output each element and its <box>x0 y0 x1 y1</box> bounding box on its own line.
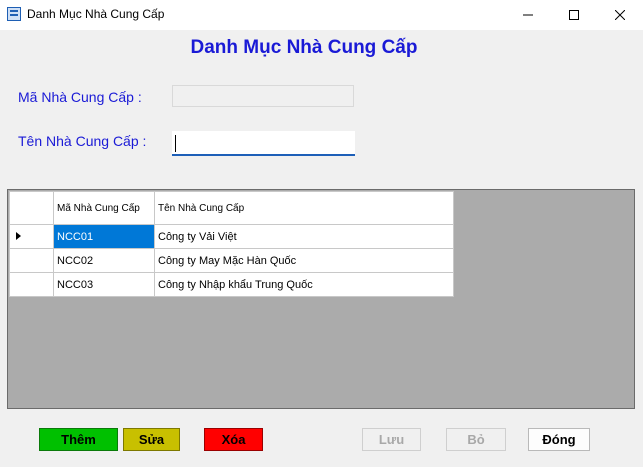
ma-nha-cung-cap-field[interactable] <box>172 85 354 107</box>
cell-ma[interactable]: NCC02 <box>53 248 155 273</box>
them-button[interactable]: Thêm <box>39 428 118 451</box>
luu-button[interactable]: Lưu <box>362 428 421 451</box>
row-header[interactable] <box>9 224 54 249</box>
row-header[interactable] <box>9 248 54 273</box>
cell-ten[interactable]: Công ty Vải Việt <box>154 224 454 249</box>
ten-nha-cung-cap-label: Tên Nhà Cung Cấp : <box>18 133 147 149</box>
table-row[interactable]: NCC03 Công ty Nhập khẩu Trung Quốc <box>9 272 454 297</box>
close-button[interactable] <box>597 0 643 30</box>
minimize-button[interactable] <box>505 0 551 30</box>
row-pointer-icon <box>16 231 21 240</box>
maximize-button[interactable] <box>551 0 597 30</box>
title-bar[interactable]: Danh Mục Nhà Cung Cấp <box>0 0 643 30</box>
close-icon <box>615 10 625 20</box>
sua-button[interactable]: Sửa <box>123 428 180 451</box>
table-row[interactable]: NCC01 Công ty Vải Việt <box>9 224 454 249</box>
app-form-icon <box>7 7 21 21</box>
cell-ma[interactable]: NCC01 <box>53 224 155 249</box>
dong-button[interactable]: Đóng <box>528 428 590 451</box>
cell-ten[interactable]: Công ty May Mặc Hàn Quốc <box>154 248 454 273</box>
supplier-grid[interactable]: Mã Nhà Cung Cấp Tên Nhà Cung Cấp NCC01 C… <box>7 189 635 409</box>
column-header-ten[interactable]: Tên Nhà Cung Cấp <box>154 191 454 225</box>
bo-button[interactable]: Bỏ <box>446 428 506 451</box>
cell-ma[interactable]: NCC03 <box>53 272 155 297</box>
form-heading: Danh Mục Nhà Cung Cấp <box>190 37 418 58</box>
cell-ten[interactable]: Công ty Nhập khẩu Trung Quốc <box>154 272 454 297</box>
maximize-icon <box>569 10 579 20</box>
table-row[interactable]: NCC02 Công ty May Mặc Hàn Quốc <box>9 248 454 273</box>
ma-nha-cung-cap-label: Mã Nhà Cung Cấp : <box>18 89 142 105</box>
row-header[interactable] <box>9 272 54 297</box>
column-header-ma[interactable]: Mã Nhà Cung Cấp <box>53 191 155 225</box>
text-caret <box>175 135 176 152</box>
minimize-icon <box>523 14 533 16</box>
grid-corner-header[interactable] <box>9 191 54 225</box>
grid-header-row: Mã Nhà Cung Cấp Tên Nhà Cung Cấp <box>9 191 454 225</box>
supplier-table: Mã Nhà Cung Cấp Tên Nhà Cung Cấp NCC01 C… <box>9 191 454 297</box>
ten-nha-cung-cap-field[interactable] <box>172 131 355 156</box>
main-window: Danh Mục Nhà Cung Cấp Danh Mục Nhà Cung … <box>0 0 643 467</box>
window-title: Danh Mục Nhà Cung Cấp <box>27 7 165 21</box>
xoa-button[interactable]: Xóa <box>204 428 263 451</box>
